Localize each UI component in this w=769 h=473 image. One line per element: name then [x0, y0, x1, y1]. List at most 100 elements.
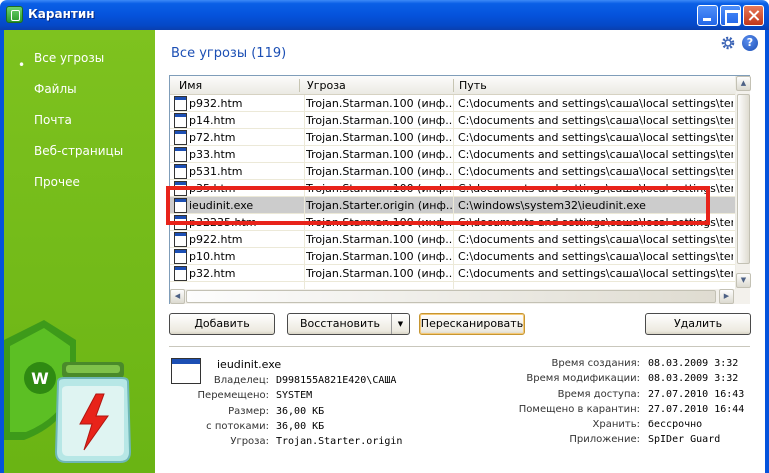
column-gridline — [304, 265, 305, 282]
page-title: Все угрозы (119) — [171, 46, 287, 61]
table-row[interactable]: p72.htm Trojan.Starman.100 (инф... C:\docu… — [170, 129, 735, 146]
threat-cell: Trojan.Starman.100 (инф... — [306, 131, 452, 144]
horizontal-scroll-thumb[interactable] — [186, 290, 716, 303]
vertical-scroll-thumb[interactable] — [737, 94, 750, 264]
column-gridline — [304, 146, 305, 163]
details-moved-by-label: Перемещено: — [197, 390, 269, 401]
sidebar-item-other[interactable]: Прочее — [34, 175, 80, 189]
table-row[interactable]: p922.htm Trojan.Starman.100 (инф... C:\doc… — [170, 231, 735, 248]
scroll-left-button[interactable]: ◀ — [170, 289, 185, 304]
scrollbar-corner — [735, 289, 750, 304]
threat-cell: Trojan.Starman.100 (инф... — [306, 233, 452, 246]
name-cell: p531.htm — [189, 165, 243, 178]
column-gridline — [453, 248, 454, 265]
name-cell: p932.htm — [189, 97, 243, 110]
name-cell: p922.htm — [189, 233, 243, 246]
column-gridline — [453, 146, 454, 163]
column-gridline — [453, 112, 454, 129]
red-highlight-box — [166, 186, 710, 225]
threat-cell: Trojan.Starman.100 (инф... — [306, 165, 452, 178]
column-gridline — [304, 248, 305, 265]
details-application-label: Приложение: — [569, 434, 640, 445]
path-cell: C:\documents and settings\саша\local set… — [458, 131, 733, 144]
path-cell: C:\documents and settings\саша\local set… — [458, 267, 733, 280]
file-icon — [174, 96, 187, 111]
restore-dropdown-arrow-icon[interactable]: ▼ — [391, 314, 409, 334]
details-modified-value: 08.03.2009 3:32 — [648, 373, 739, 384]
details-keep-value: бессрочно — [648, 419, 703, 430]
details-accessed-value: 27.07.2010 16:43 — [648, 389, 745, 400]
sidebar-item-files[interactable]: Файлы — [34, 82, 77, 96]
gear-icon[interactable] — [721, 36, 735, 50]
column-separator[interactable] — [299, 79, 300, 92]
column-gridline — [453, 265, 454, 282]
file-icon — [174, 113, 187, 128]
column-header-threat[interactable]: Угроза — [307, 79, 346, 92]
details-owner-value: D998155A821E420\САША — [276, 375, 397, 386]
path-cell: C:\documents and settings\саша\local set… — [458, 250, 733, 263]
quarantine-jar-icon — [54, 362, 132, 463]
quarantine-app-icon — [6, 6, 23, 23]
path-cell: C:\documents and settings\саша\local set… — [458, 97, 733, 110]
column-gridline — [304, 231, 305, 248]
column-gridline — [453, 231, 454, 248]
minimize-button[interactable] — [697, 5, 718, 26]
file-icon — [174, 164, 187, 179]
details-accessed-label: Время доступа: — [557, 389, 640, 400]
details-created-value: 08.03.2009 3:32 — [648, 358, 739, 369]
details-keep-label: Хранить: — [592, 419, 640, 430]
restore-button-label: Восстановить — [300, 317, 380, 330]
details-application-value: SpIDer Guard — [648, 434, 721, 445]
table-row[interactable]: p932.htm Trojan.Starman.100 (инф... C:\doc… — [170, 95, 735, 112]
scroll-right-button[interactable]: ▶ — [719, 289, 734, 304]
details-filename: ieudinit.exe — [217, 358, 282, 371]
table-row[interactable]: p32.htm Trojan.Starman.100 (инф... C:\docu… — [170, 265, 735, 282]
sidebar-item-web-pages[interactable]: Веб-страницы — [34, 144, 123, 158]
threat-cell: Trojan.Starman.100 (инф... — [306, 97, 452, 110]
horizontal-scrollbar[interactable]: ◀ ▶ — [170, 289, 735, 304]
scroll-up-button[interactable]: ▲ — [736, 76, 751, 91]
maximize-button[interactable] — [720, 5, 741, 26]
column-gridline — [304, 112, 305, 129]
table-row[interactable]: p33.htm Trojan.Starman.100 (инф... C:\docu… — [170, 146, 735, 163]
restore-button[interactable]: Восстановить ▼ — [287, 313, 410, 335]
close-button[interactable] — [743, 5, 764, 26]
column-header-path[interactable]: Путь — [459, 79, 487, 92]
threat-cell: Trojan.Starman.100 (инф... — [306, 148, 452, 161]
details-threat-label: Угроза: — [230, 436, 269, 447]
sidebar-item-all-threats[interactable]: Все угрозы — [34, 51, 104, 65]
file-icon — [174, 232, 187, 247]
help-icon[interactable]: ? — [742, 35, 758, 51]
details-size-label: Размер: — [228, 406, 269, 417]
main-panel: Все угрозы (119) ? Имя Угроза Путь p932.… — [155, 30, 765, 473]
section-divider — [169, 346, 750, 347]
title-bar[interactable]: Карантин — [0, 0, 769, 30]
file-icon — [174, 249, 187, 264]
table-row[interactable]: p14.htm Trojan.Starman.100 (инф... C:\docu… — [170, 112, 735, 129]
scroll-down-button[interactable]: ▼ — [736, 273, 751, 288]
details-size-value: 36,00 КБ — [276, 406, 325, 417]
sidebar-item-mail[interactable]: Почта — [34, 113, 72, 127]
column-gridline — [453, 163, 454, 180]
details-moved-by-value: SYSTEM — [276, 390, 313, 401]
svg-text:W: W — [31, 369, 49, 388]
active-item-bullet: • — [18, 58, 26, 72]
table-row[interactable]: p10.htm Trojan.Starman.100 (инф... C:\docu… — [170, 248, 735, 265]
path-cell: C:\documents and settings\саша\local set… — [458, 165, 733, 178]
delete-button[interactable]: Удалить — [645, 313, 751, 335]
add-button[interactable]: Добавить — [169, 313, 275, 335]
file-icon — [174, 266, 187, 281]
vertical-scrollbar[interactable]: ▲ ▼ — [735, 76, 751, 289]
path-cell: C:\documents and settings\саша\local set… — [458, 233, 733, 246]
column-separator[interactable] — [453, 79, 454, 92]
threat-cell: Trojan.Starman.100 (инф... — [306, 114, 452, 127]
threat-cell: Trojan.Starman.100 (инф... — [306, 267, 452, 280]
file-icon — [174, 147, 187, 162]
details-threat-value: Trojan.Starter.origin — [276, 436, 403, 447]
column-gridline — [304, 163, 305, 180]
column-gridline — [453, 129, 454, 146]
column-header-name[interactable]: Имя — [179, 79, 202, 92]
column-gridline — [304, 95, 305, 112]
rescan-button[interactable]: Пересканировать — [419, 313, 525, 335]
table-row[interactable]: p531.htm Trojan.Starman.100 (инф... C:\doc… — [170, 163, 735, 180]
